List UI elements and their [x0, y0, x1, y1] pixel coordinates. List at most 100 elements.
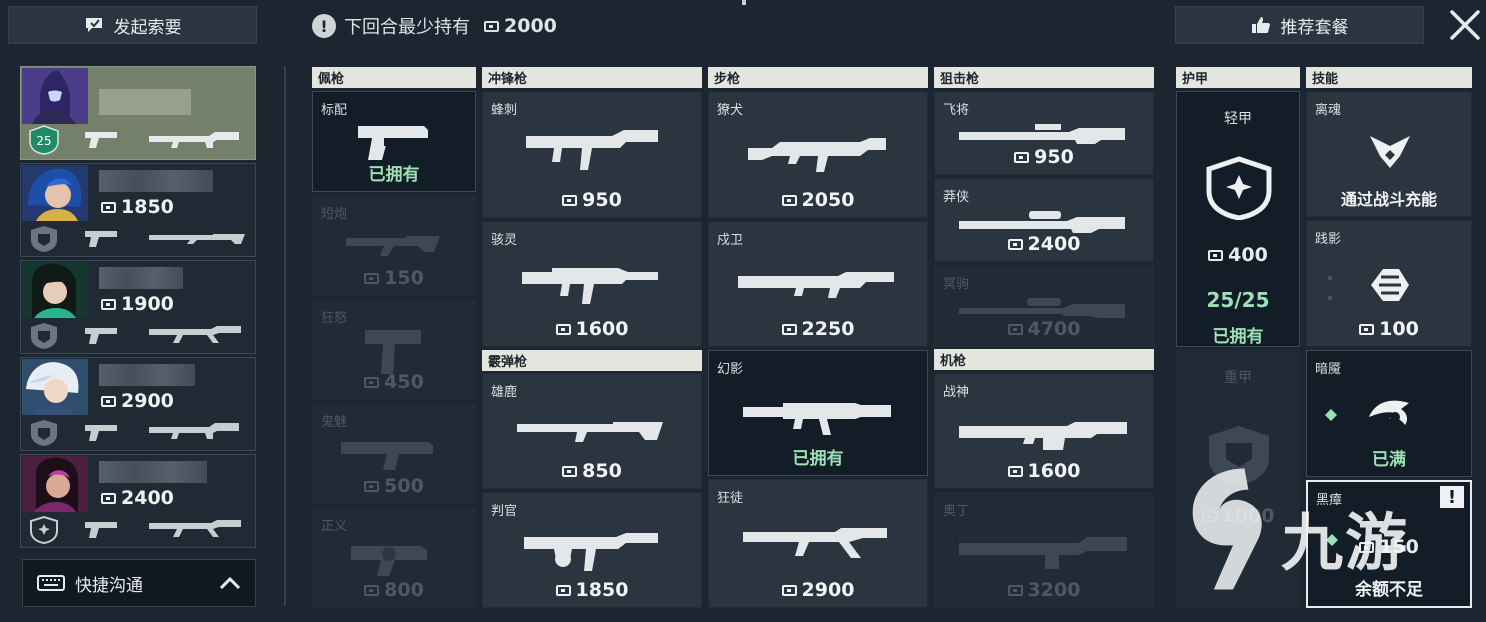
player-row[interactable]: 1900: [20, 260, 256, 354]
player-credits: 2400: [101, 487, 174, 509]
credits-icon: [781, 585, 797, 596]
shotgun-icon: [149, 234, 245, 244]
weapon-price: 4700: [935, 318, 1153, 340]
weapon-name: 獠犬: [717, 103, 744, 118]
credits-icon: [1007, 324, 1023, 335]
quick-comm-label: 快捷沟通: [75, 575, 143, 596]
weapon-card-bulldog[interactable]: 獠犬 2050: [708, 91, 928, 218]
ability-name: 黑瘴: [1316, 493, 1343, 508]
weapon-card-vandal[interactable]: 狂徒 2900: [708, 479, 928, 608]
weapon-card-stinger[interactable]: 蜂刺 950: [482, 91, 702, 218]
divider: [284, 66, 286, 606]
ability-name: 暗魇: [1315, 362, 1342, 377]
judge-icon: [524, 533, 658, 571]
weapon-name: 飞将: [943, 103, 970, 118]
category-header-smg: 冲锋枪: [482, 67, 702, 88]
heavy-shield-icon: [31, 420, 57, 446]
credits-icon: [364, 481, 380, 492]
weapon-card-operator[interactable]: 冥驹 4700: [934, 265, 1154, 347]
weapon-card-bucky[interactable]: 雄鹿 850: [482, 373, 702, 489]
weapon-card-phantom[interactable]: 幻影 已拥有: [708, 350, 928, 476]
weapon-name: 奥丁: [943, 504, 970, 519]
credits-icon: [364, 377, 380, 388]
owned-status: 已拥有: [792, 449, 844, 469]
weapon-card-outlaw[interactable]: 莽侠 2400: [934, 178, 1154, 262]
weapon-price: 1850: [483, 579, 701, 601]
owned-status: 已拥有: [368, 165, 420, 185]
player-name-blurred: [99, 267, 183, 289]
ability-name: 践影: [1315, 232, 1342, 247]
rifle-icon: [149, 423, 239, 439]
credits-icon: [1007, 585, 1023, 596]
weapon-price: 800: [313, 579, 475, 601]
player-name-blurred: [99, 461, 207, 483]
weapon-card-sheriff[interactable]: 正义 800: [312, 507, 476, 608]
player-row[interactable]: 25: [20, 66, 256, 160]
weapon-card-judge[interactable]: 判官 1850: [482, 492, 702, 608]
weapon-price: 500: [313, 475, 475, 497]
weapon-card-classic[interactable]: 标配 已拥有: [312, 91, 476, 192]
bucky-icon: [517, 422, 663, 442]
pistol-icon: [85, 328, 117, 344]
avatar: [22, 262, 88, 318]
pistol-icon: [85, 522, 117, 538]
weapon-price: 2400: [935, 233, 1153, 255]
credits-icon: [1014, 152, 1030, 163]
armor-price: 1000: [1177, 505, 1299, 527]
bulldog-icon: [748, 138, 886, 172]
recommended-loadout-button[interactable]: 推荐套餐: [1175, 6, 1424, 44]
ability-card-soul[interactable]: 离魂 通过战斗充能: [1306, 91, 1472, 217]
weapon-card-frenzy[interactable]: 狂怒 450: [312, 299, 476, 400]
owned-status: 已拥有: [1212, 327, 1264, 347]
pistol-icon: [85, 425, 117, 441]
ability-card-dash[interactable]: 践影 100: [1306, 220, 1472, 347]
heavy-shield-icon: [31, 323, 57, 349]
player-name-blurred: [99, 364, 195, 386]
rifle-icon: [149, 326, 241, 343]
ability-card-dismiss[interactable]: 暗魇 已满: [1306, 350, 1472, 477]
ability-card-vent[interactable]: 黑瘴 ! 150 余额不足: [1306, 480, 1472, 608]
close-icon[interactable]: [1448, 8, 1482, 42]
avatar: [22, 359, 88, 415]
credits-icon: [781, 324, 797, 335]
ability-status: 通过战斗充能: [1340, 190, 1437, 209]
player-row[interactable]: 2400: [20, 454, 256, 548]
weapon-card-shorty[interactable]: 短炮 150: [312, 195, 476, 296]
spectre-icon: [522, 268, 658, 304]
min-credits-info: ! 下回合最少持有 2000: [312, 12, 557, 40]
credits-icon: [781, 195, 797, 206]
alert-icon: !: [312, 14, 336, 38]
category-header-armor: 护甲: [1176, 67, 1300, 88]
category-header-machinegun: 机枪: [934, 349, 1154, 370]
credits-icon: [562, 195, 578, 206]
weapon-card-ghost[interactable]: 鬼魅 500: [312, 403, 476, 504]
weapon-card-odin[interactable]: 奥丁 3200: [934, 492, 1154, 608]
player-credits: 1850: [101, 196, 174, 218]
credits-icon: [1007, 466, 1023, 477]
credits-icon: [1359, 542, 1375, 553]
odin-icon: [959, 537, 1127, 569]
timer-tick: [742, 0, 746, 5]
frenzy-icon: [365, 330, 421, 374]
weapon-price: 2050: [709, 189, 927, 211]
quick-comm-button[interactable]: 快捷沟通: [22, 559, 256, 607]
phantom-icon: [743, 403, 891, 435]
weapon-card-guardian[interactable]: 戍卫 2250: [708, 221, 928, 347]
player-row[interactable]: 2900: [20, 357, 256, 451]
chat-icon: [85, 18, 102, 32]
ability-status: 余额不足: [1355, 580, 1423, 600]
guardian-icon: [738, 272, 894, 298]
player-row[interactable]: 1850: [20, 163, 256, 257]
request-credits-label: 发起索要: [113, 17, 182, 38]
ghost-icon: [341, 442, 433, 470]
credits-icon: [562, 466, 578, 477]
weapon-card-marshal[interactable]: 飞将 950: [934, 91, 1154, 175]
weapon-name: 戍卫: [717, 233, 744, 248]
weapon-price: 850: [483, 460, 701, 482]
request-credits-button[interactable]: 发起索要: [8, 6, 257, 44]
armor-card-heavy[interactable]: 重甲 1000: [1176, 350, 1300, 608]
armor-card-light[interactable]: 轻甲 400 25/25 已拥有: [1176, 91, 1300, 347]
weapon-card-ares[interactable]: 战神 1600: [934, 373, 1154, 489]
pistol-icon: [85, 231, 117, 247]
weapon-card-spectre[interactable]: 骇灵 1600: [482, 221, 702, 347]
